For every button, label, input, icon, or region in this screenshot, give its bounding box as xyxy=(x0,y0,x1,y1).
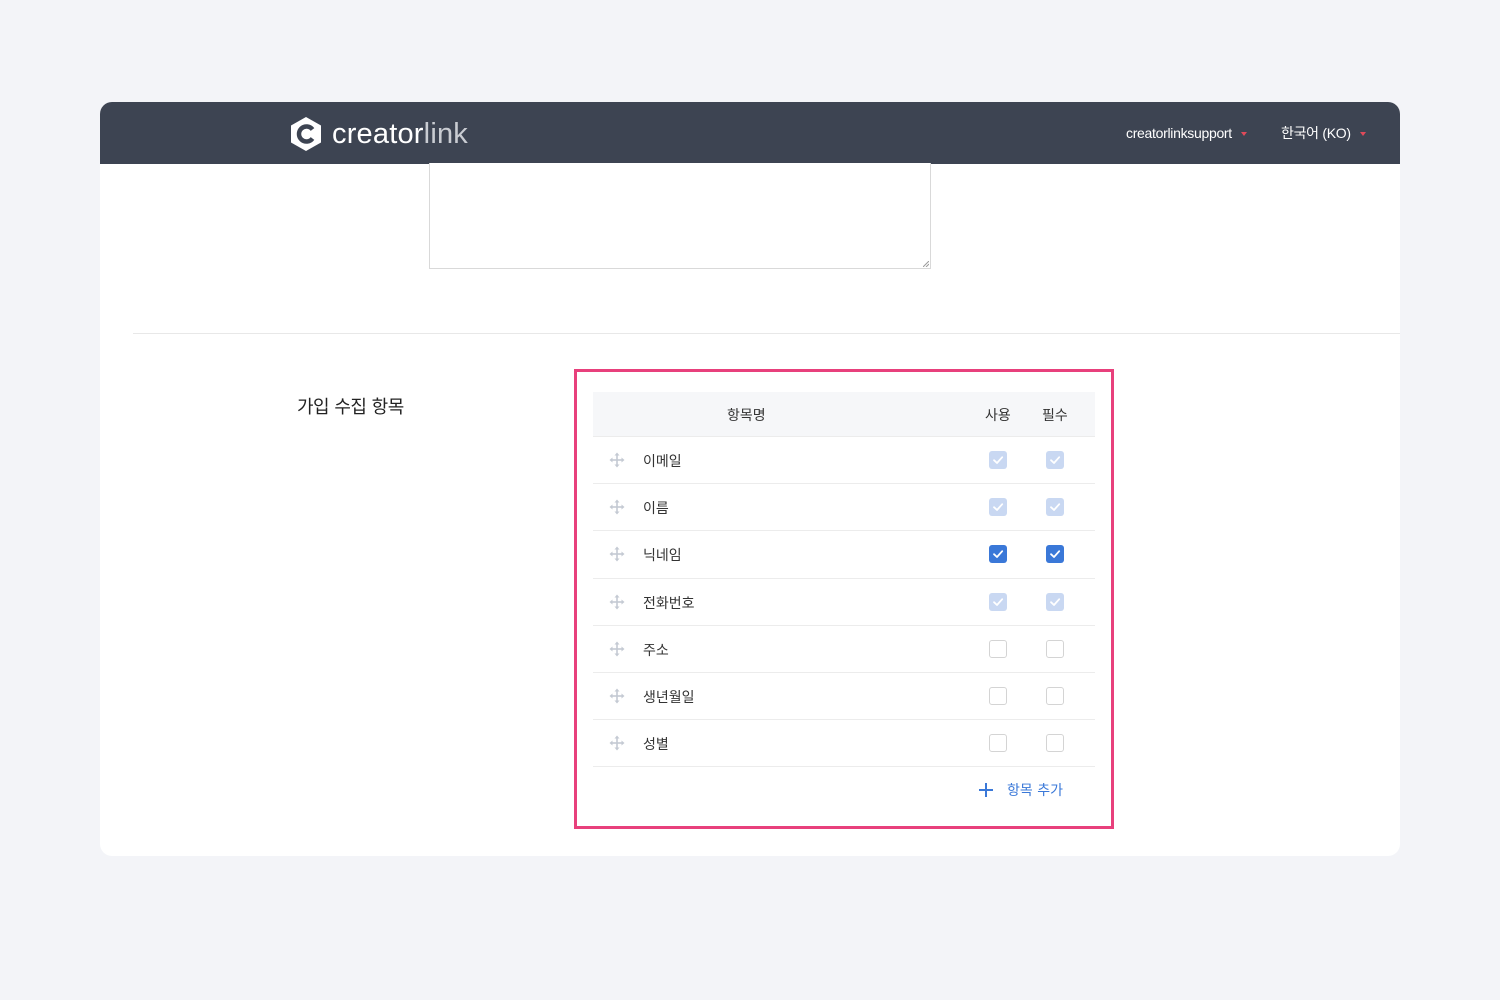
language-menu[interactable]: 한국어 (KO) xyxy=(1281,102,1366,164)
table-row: 전화번호 xyxy=(593,579,1095,626)
table-row: 닉네임 xyxy=(593,531,1095,579)
resize-grip-icon[interactable] xyxy=(923,261,929,267)
required-checkbox xyxy=(1046,592,1064,611)
required-checkbox[interactable] xyxy=(1046,639,1064,658)
column-header-required: 필수 xyxy=(1042,408,1068,424)
creatorlink-logo[interactable]: creatorlink xyxy=(289,116,468,152)
column-header-name: 항목명 xyxy=(727,408,766,424)
use-checkbox xyxy=(989,451,1007,469)
drag-handle-icon[interactable] xyxy=(609,641,625,657)
table-row: 생년월일 xyxy=(593,673,1095,721)
top-navigation-bar: creatorlink creatorlinksupport 한국어 (KO) xyxy=(100,102,1400,164)
required-checkbox[interactable] xyxy=(1046,734,1064,753)
caret-down-icon xyxy=(1359,132,1366,136)
field-label: 전화번호 xyxy=(643,595,695,612)
caret-down-icon xyxy=(1240,132,1247,136)
required-checkbox[interactable] xyxy=(1046,545,1064,564)
add-field-label: 항목 추가 xyxy=(1007,783,1063,800)
drag-handle-icon[interactable] xyxy=(609,452,625,468)
logo-wordmark: creatorlink xyxy=(332,118,468,150)
add-field-button[interactable]: 항목 추가 xyxy=(979,780,1063,800)
field-label: 성별 xyxy=(643,737,669,754)
user-menu-label: creatorlinksupport xyxy=(1126,125,1232,141)
field-label: 이메일 xyxy=(643,454,682,470)
section-title: 가입 수집 항목 xyxy=(297,397,404,418)
signup-fields-table: 항목명 사용 필수 이메일이름닉네임전화번호주소생년월일성별 항목 추가 xyxy=(593,392,1095,813)
table-body: 이메일이름닉네임전화번호주소생년월일성별 xyxy=(593,437,1095,768)
table-header: 항목명 사용 필수 xyxy=(593,392,1095,437)
use-checkbox[interactable] xyxy=(989,686,1007,705)
user-menu[interactable]: creatorlinksupport xyxy=(1126,102,1247,164)
app-window: creatorlink creatorlinksupport 한국어 (KO) … xyxy=(100,102,1400,856)
table-row: 이름 xyxy=(593,484,1095,532)
use-checkbox[interactable] xyxy=(989,545,1007,564)
creatorlink-logo-icon xyxy=(291,117,321,151)
table-row: 이메일 xyxy=(593,437,1095,485)
drag-handle-icon[interactable] xyxy=(609,546,625,562)
use-checkbox xyxy=(989,592,1007,611)
column-header-use: 사용 xyxy=(985,408,1011,424)
language-menu-label: 한국어 (KO) xyxy=(1281,125,1351,141)
table-row: 성별 xyxy=(593,720,1095,768)
table-row: 주소 xyxy=(593,626,1095,673)
field-label: 생년월일 xyxy=(643,689,695,706)
description-textarea[interactable] xyxy=(429,163,931,269)
add-row: 항목 추가 xyxy=(593,767,1095,813)
field-label: 닉네임 xyxy=(643,548,682,565)
field-label: 주소 xyxy=(643,642,669,659)
section-divider xyxy=(133,333,1400,334)
use-checkbox[interactable] xyxy=(989,734,1007,753)
required-checkbox xyxy=(1046,498,1064,517)
plus-icon xyxy=(979,783,993,798)
field-label: 이름 xyxy=(643,501,669,518)
required-checkbox xyxy=(1046,451,1064,469)
use-checkbox[interactable] xyxy=(989,639,1007,658)
use-checkbox xyxy=(989,498,1007,517)
drag-handle-icon[interactable] xyxy=(609,594,625,610)
required-checkbox[interactable] xyxy=(1046,686,1064,705)
drag-handle-icon[interactable] xyxy=(609,688,625,704)
drag-handle-icon[interactable] xyxy=(609,735,625,751)
drag-handle-icon[interactable] xyxy=(609,499,625,515)
